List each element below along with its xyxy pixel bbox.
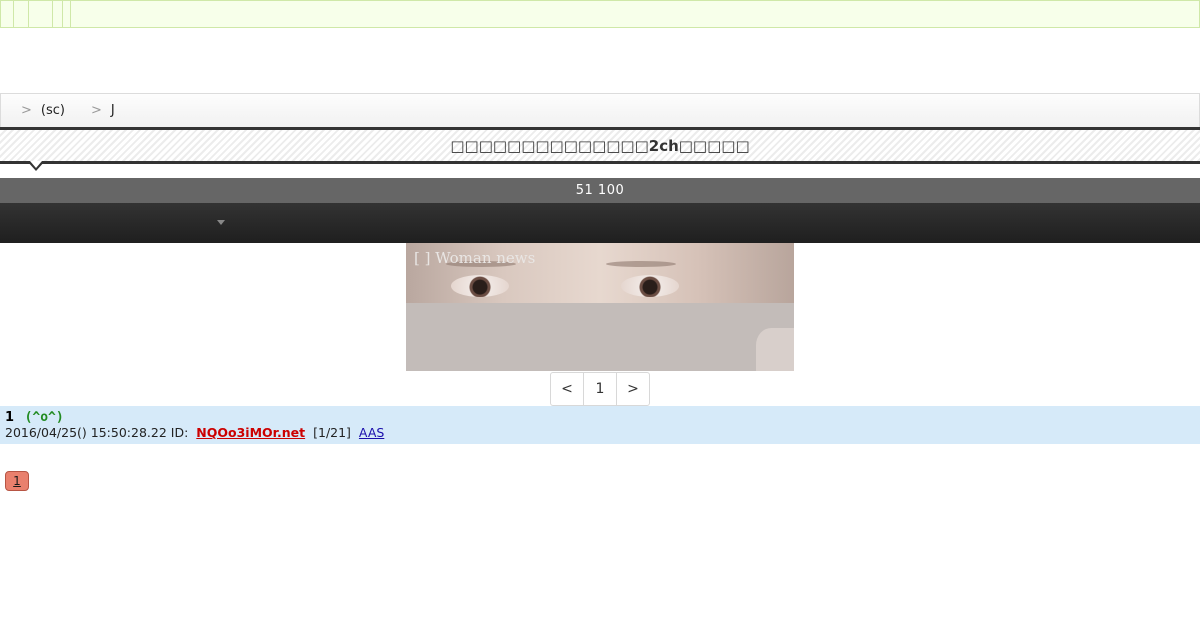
response-count-bar: 51 100 <box>0 178 1200 203</box>
page-title: □□□□□□□□□□□□□□2ch□□□□□ <box>450 136 750 155</box>
post-item: 1 (^o^) 2016/04/25() 15:50:28.22 ID: NQO… <box>0 406 1200 444</box>
tab-divider <box>52 1 53 27</box>
tab-divider <box>70 1 71 27</box>
banner-overlay <box>406 303 794 371</box>
tab-divider <box>28 1 29 27</box>
banner-eye-right <box>621 275 679 297</box>
navigation-bar <box>0 203 1200 243</box>
post-header: 1 (^o^) <box>5 410 64 425</box>
breadcrumb-item: > (sc) <box>21 103 71 118</box>
post-meta: 2016/04/25() 15:50:28.22 ID: NQOo3iMOr.n… <box>5 425 384 440</box>
top-tab-strip <box>0 0 1200 28</box>
breadcrumb-link-category[interactable]: J <box>111 103 115 118</box>
next-page-button[interactable]: > <box>616 373 649 405</box>
tab-divider <box>62 1 63 27</box>
ad-banner[interactable]: [ ] Woman news <box>406 243 794 371</box>
banner-eye-left <box>451 275 509 297</box>
dropdown-caret-icon[interactable] <box>217 220 225 225</box>
breadcrumb: > (sc) > J <box>0 93 1200 128</box>
prev-page-button[interactable]: < <box>551 373 583 405</box>
aas-link[interactable]: AAS <box>359 425 384 440</box>
post-author-name: (^o^) <box>24 410 64 425</box>
post-number: 1 <box>5 410 15 425</box>
breadcrumb-link-board[interactable]: (sc) <box>41 103 65 118</box>
post-date: 2016/04/25() 15:50:28.22 ID: <box>5 425 189 440</box>
thread-title-bar: □□□□□□□□□□□□□□2ch□□□□□ <box>0 127 1200 164</box>
chevron-right-icon: > <box>21 103 32 118</box>
response-count: 51 100 <box>575 183 625 198</box>
pagination: < 1 > <box>550 372 650 406</box>
breadcrumb-item: > J <box>91 103 121 118</box>
reply-anchor-button[interactable]: 1 <box>5 471 29 491</box>
banner-caption: [ ] Woman news <box>414 249 536 267</box>
chevron-right-icon: > <box>90 103 102 118</box>
tab-divider <box>13 1 14 27</box>
post-id-count: [1/21] <box>313 425 351 440</box>
page-number-button[interactable]: 1 <box>583 373 616 405</box>
post-id-link[interactable]: NQOo3iMOr.net <box>196 425 305 440</box>
